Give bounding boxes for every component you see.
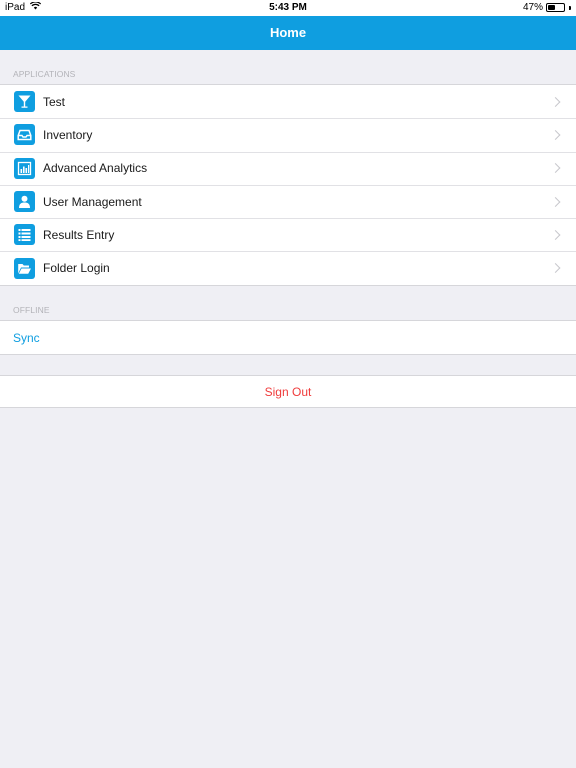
section-header-offline: OFFLINE (13, 305, 50, 315)
list-item-results-entry[interactable]: Results Entry (0, 218, 576, 251)
battery-fill (548, 5, 556, 10)
list-item-inventory[interactable]: Inventory (0, 118, 576, 151)
battery-icon (546, 3, 565, 12)
sign-out-label: Sign Out (264, 384, 312, 399)
chevron-right-icon (550, 129, 561, 140)
status-bar: iPad 5:43 PM 47% (0, 0, 576, 16)
offline-list: Sync (0, 320, 576, 356)
list-item-label: Test (43, 94, 66, 109)
list-item-test[interactable]: Test (0, 85, 576, 118)
navigation-bar: Home (0, 16, 576, 50)
chevron-right-icon (550, 96, 561, 107)
battery-percent: 47% (522, 2, 543, 13)
list-item-label: Inventory (43, 127, 93, 142)
list-item-label: User Management (43, 194, 142, 209)
chevron-right-icon (550, 229, 561, 240)
applications-list: Test Inventory Advanced Analytics User M… (0, 84, 576, 286)
list-item-label: Folder Login (43, 261, 110, 276)
sync-label: Sync (13, 330, 40, 345)
user-icon (14, 191, 35, 213)
list-item-folder-login[interactable]: Folder Login (0, 251, 576, 284)
page-title: Home (269, 25, 307, 40)
chevron-right-icon (550, 196, 561, 207)
list-icon (14, 224, 35, 246)
section-header-applications: APPLICATIONS (13, 69, 76, 79)
battery-tip (569, 5, 571, 10)
folder-open-icon (14, 257, 35, 279)
cocktail-glass-icon (14, 91, 35, 113)
chevron-right-icon (550, 163, 561, 174)
inbox-tray-icon (14, 124, 35, 146)
list-item-label: Advanced Analytics (43, 161, 148, 176)
bar-chart-icon (14, 157, 35, 179)
status-right: 47% (523, 2, 571, 13)
list-item-advanced-analytics[interactable]: Advanced Analytics (0, 151, 576, 185)
status-time: 5:43 PM (269, 2, 307, 13)
chevron-right-icon (550, 263, 561, 274)
sign-out-button[interactable]: Sign Out (0, 375, 576, 408)
list-item-label: Results Entry (43, 227, 115, 242)
sync-button[interactable]: Sync (0, 321, 576, 354)
list-item-user-management[interactable]: User Management (0, 184, 576, 218)
